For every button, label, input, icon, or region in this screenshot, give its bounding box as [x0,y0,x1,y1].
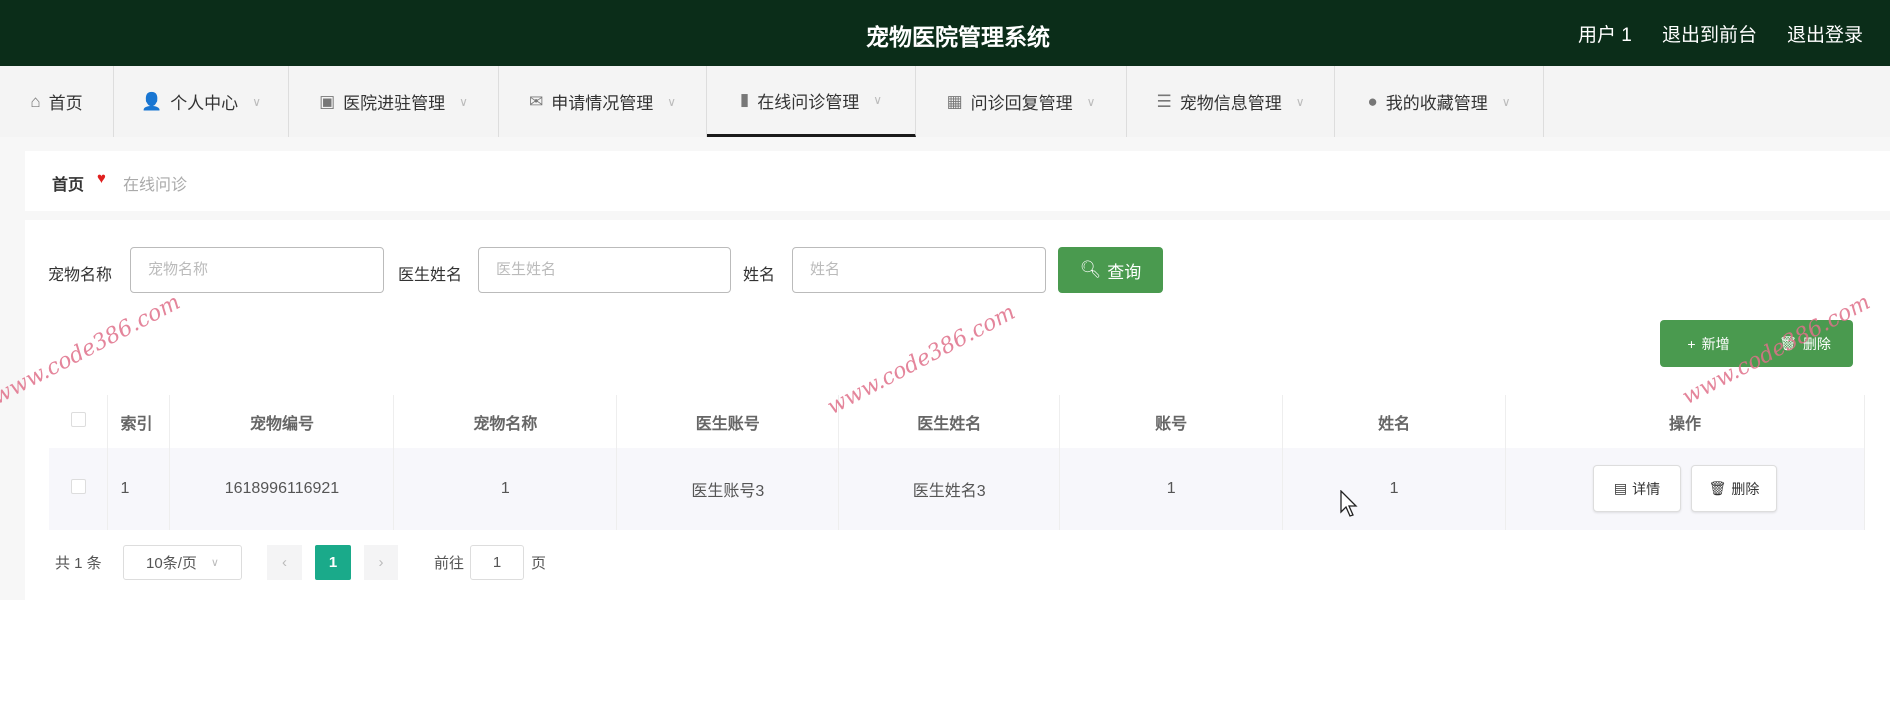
trash-icon: 🗑︎ [1708,480,1727,496]
tab-label: 在线问诊管理 [757,92,860,112]
tab-personal-center[interactable]: 👤 个人中心 ∨ [114,66,289,137]
column-header: 索引 [107,395,171,448]
page-size-value: 10条/页 [146,555,197,572]
tab-label: 首页 [48,94,83,113]
row-delete-button[interactable]: 🗑︎ 删除 [1691,465,1777,512]
chevron-down-icon: ∨ [873,93,883,107]
query-button[interactable]: 🔍︎ 查询 [1058,247,1163,293]
page-1-button[interactable]: 1 [315,545,351,580]
table-header: 索引 宠物编号 宠物名称 医生账号 医生姓名 账号 姓名 操作 [49,395,1865,448]
mail-icon: ✉ [528,91,544,111]
back-to-front-link[interactable]: 退出到前台 [1662,20,1757,47]
delete-label: 删除 [1731,480,1760,497]
column-header: 宠物编号 [169,395,395,448]
doctor-name-label: 医生姓名 [398,267,463,284]
bar-chart-icon: ▮ [739,90,750,109]
detail-button[interactable]: ▤ 详情 [1593,465,1681,512]
nav-bar: ⌂ 首页 👤 个人中心 ∨ ▣ 医院进驻管理 ∨ ✉ 申请情况管理 ∨ ▮ 在线问诊管理 ∨ ▦ 问… [0,66,1890,137]
tab-reply-management[interactable]: ▦ 问诊回复管理 ∨ [916,66,1127,137]
name-input[interactable]: 姓名 [792,247,1046,293]
heart-icon: ♥ [97,170,106,187]
cell-name: 1 [1282,448,1507,530]
name-label: 姓名 [743,267,776,284]
tab-online-consultation[interactable]: ▮ 在线问诊管理 ∨ [707,66,916,137]
goto-page-input[interactable]: 1 [470,545,524,580]
column-header: 操作 [1505,395,1865,448]
user-icon: 👤 [141,91,163,111]
column-header: 宠物名称 [393,395,618,448]
chevron-down-icon: ∨ [1086,94,1096,109]
home-icon: ⌂ [30,91,41,111]
chevron-down-icon: ∨ [1501,94,1511,109]
cell-doctor-account: 医生账号3 [616,448,840,530]
doctor-name-input[interactable]: 医生姓名 [478,247,731,293]
cell-pet-no: 1618996116921 [169,448,395,530]
detail-label: 详情 [1632,480,1661,497]
tab-label: 医院进驻管理 [343,94,446,113]
column-header: 医生账号 [616,395,840,448]
cell-pet-name: 1 [393,448,618,530]
chevron-down-icon: ∨ [210,557,219,569]
row-checkbox[interactable] [49,448,109,530]
grid-icon: ▦ [946,91,963,111]
chevron-down-icon: ∨ [252,94,261,109]
goto-label: 前往 [434,555,465,572]
clipboard-icon: ▣ [319,91,336,111]
mouse-cursor-icon [1340,490,1358,517]
chevron-down-icon: ∨ [459,94,468,109]
add-label: 新增 [1701,335,1730,352]
tab-home[interactable]: ⌂ 首页 [0,66,114,137]
logout-link[interactable]: 退出登录 [1787,20,1863,47]
plus-icon: + [1687,335,1696,352]
batch-delete-button[interactable]: 🗑︎ 删除 [1757,320,1853,367]
tab-hospital-management[interactable]: ▣ 医院进驻管理 ∨ [289,66,499,137]
tab-favorites[interactable]: ● 我的收藏管理 ∨ [1335,66,1544,137]
breadcrumb-current: 在线问诊 [123,177,188,194]
tab-label: 我的收藏管理 [1385,94,1488,113]
trash-icon: 🗑︎ [1779,335,1797,351]
chevron-down-icon: ∨ [1295,94,1305,109]
select-all-checkbox[interactable] [49,395,109,448]
total-count: 共 1 条 [55,555,102,572]
bulb-icon: ● [1367,91,1378,111]
sliders-icon: ☰ [1156,91,1172,111]
column-header: 医生姓名 [838,395,1061,448]
tab-label: 申请情况管理 [551,94,654,113]
tab-label: 问诊回复管理 [970,94,1073,113]
column-header: 姓名 [1282,395,1507,448]
search-icon: 🔍︎ [1079,260,1102,279]
cell-actions [1505,448,1865,530]
tab-pet-info[interactable]: ☰ 宠物信息管理 ∨ [1127,66,1335,137]
prev-page-button[interactable]: ‹ [267,545,302,580]
next-page-button[interactable]: › [364,545,398,580]
tab-application-management[interactable]: ✉ 申请情况管理 ∨ [499,66,707,137]
chevron-down-icon: ∨ [667,94,677,109]
breadcrumb-home[interactable]: 首页 [52,171,84,195]
pet-name-label: 宠物名称 [48,267,113,284]
tab-label: 宠物信息管理 [1179,94,1282,113]
user-link[interactable]: 用户 1 [1578,20,1632,47]
tab-label: 个人中心 [170,94,239,113]
add-button[interactable]: + 新增 [1660,320,1757,367]
page-size-select[interactable]: 10条/页 ∨ [123,545,242,580]
breadcrumb: 首页 ♥ 在线问诊 [25,151,1890,211]
cell-index: 1 [107,448,171,530]
column-header: 账号 [1059,395,1284,448]
page-suffix: 页 [531,555,547,572]
cell-doctor-name: 医生姓名3 [838,448,1061,530]
query-label: 查询 [1107,262,1142,282]
pet-name-input[interactable]: 宠物名称 [130,247,384,293]
delete-label: 删除 [1802,335,1831,352]
document-icon: ▤ [1613,480,1628,496]
cell-account: 1 [1059,448,1284,530]
